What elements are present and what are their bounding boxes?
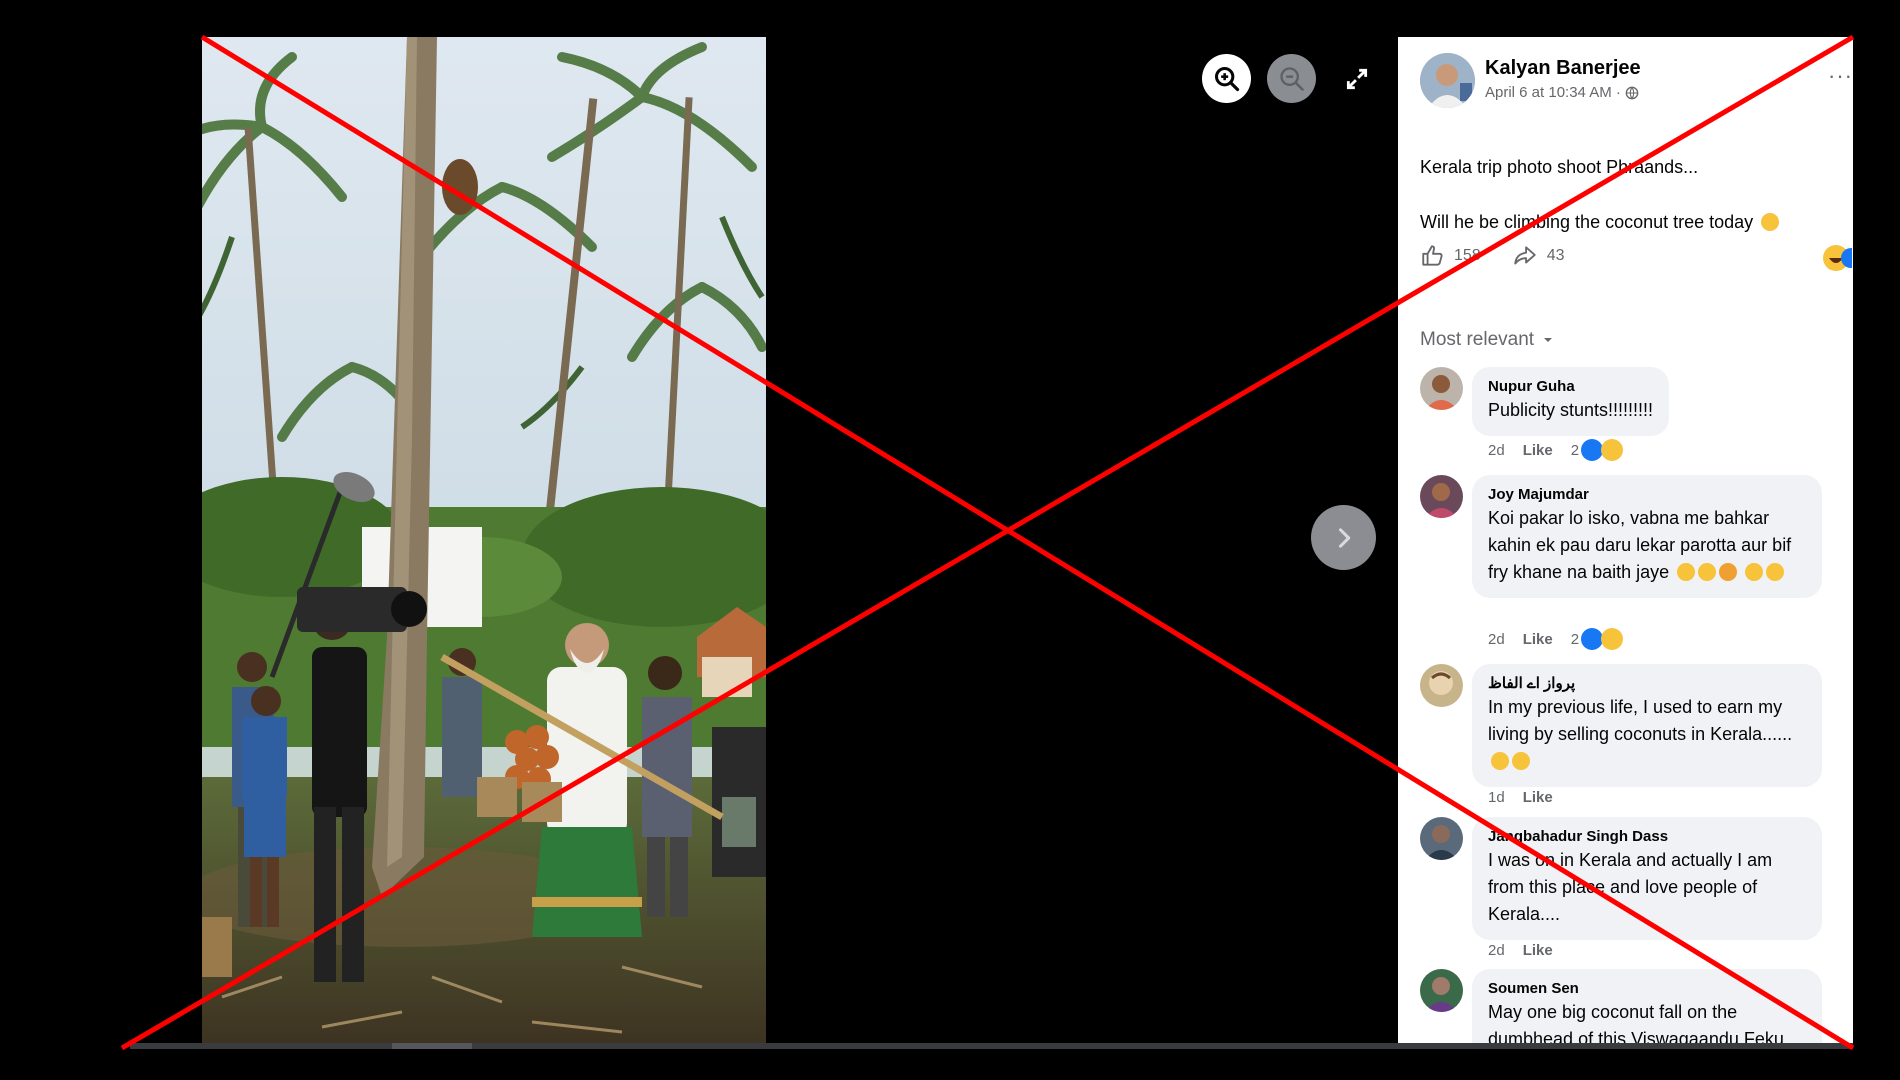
grin-emoji-icon: [1761, 213, 1780, 231]
comment-time[interactable]: 2d: [1488, 442, 1505, 459]
thumbs-up-icon: [1422, 245, 1443, 266]
commenter-name[interactable]: پرواز اے الفاظ: [1488, 674, 1806, 694]
horizontal-scrollbar[interactable]: [130, 1043, 1853, 1049]
comment-like-button[interactable]: Like: [1523, 942, 1553, 959]
comment-bubble: Soumen Sen May one big coconut fall on t…: [1472, 969, 1822, 1043]
comment-text: I was on in Kerala and actually I am fro…: [1488, 850, 1773, 924]
comment-text: In my previous life, I used to earn my l…: [1488, 694, 1806, 775]
comment-text: Publicity stunts!!!!!!!!!: [1488, 400, 1654, 420]
comment-time[interactable]: 2d: [1488, 942, 1505, 959]
comment-bubble: Jangbahadur Singh Dass I was on in Keral…: [1472, 817, 1822, 940]
comment-actions: 2d Like 2: [1488, 628, 1624, 650]
laugh-reaction-icon: [1601, 628, 1624, 650]
author-avatar[interactable]: [1420, 53, 1475, 108]
comment-text-body: In my previous life, I used to earn my l…: [1488, 697, 1793, 744]
post-text-line-1: Kerala trip photo shoot Phraands...: [1420, 157, 1699, 177]
emoji-icon: [1766, 563, 1785, 581]
zoom-in-icon: [1214, 66, 1239, 91]
chevron-right-icon: [1338, 527, 1350, 548]
caret-down-icon: [1544, 338, 1553, 342]
commenter-name[interactable]: Nupur Guha: [1488, 377, 1653, 397]
share-icon: [1514, 246, 1536, 265]
comment-actions: 2d Like 2: [1488, 439, 1624, 461]
comment-bubble: Joy Majumdar Koi pakar lo isko, vabna me…: [1472, 475, 1822, 598]
fullscreen-button[interactable]: [1332, 54, 1381, 103]
comment-reactions[interactable]: 2: [1570, 439, 1624, 461]
likes-button[interactable]: 158: [1420, 243, 1481, 269]
like-reaction-icon: [1581, 628, 1604, 650]
post-sidebar: Kalyan Banerjee April 6 at 10:34 AM · ··…: [1398, 37, 1853, 1043]
next-photo-button[interactable]: [1311, 505, 1376, 570]
comment-text: Koi pakar lo isko, vabna me bahkar kahin…: [1488, 505, 1806, 586]
emoji-icon: [1719, 563, 1738, 581]
laugh-reaction-icon: [1601, 439, 1624, 461]
emoji-icon: [1677, 563, 1696, 581]
zoom-out-icon: [1279, 66, 1304, 91]
commenter-avatar[interactable]: [1420, 664, 1463, 707]
comment-actions: 1d Like: [1488, 789, 1553, 806]
commenter-name[interactable]: Soumen Sen: [1488, 979, 1806, 999]
emoji-icon: [1512, 752, 1530, 770]
likes-count: 158: [1454, 247, 1481, 264]
comment-text: May one big coconut fall on the dumbhead…: [1488, 999, 1806, 1043]
post-stats: 158 43: [1420, 243, 1595, 269]
more-options-button[interactable]: ···: [1828, 63, 1853, 89]
commenter-name[interactable]: Jangbahadur Singh Dass: [1488, 827, 1806, 847]
author-name[interactable]: Kalyan Banerjee: [1485, 57, 1641, 80]
comment-reactions[interactable]: 2: [1570, 628, 1624, 650]
shares-count: 43: [1546, 247, 1565, 264]
commenter-avatar[interactable]: [1420, 969, 1463, 1012]
globe-icon: [1625, 86, 1639, 99]
comment-actions: 2d Like: [1488, 942, 1553, 959]
zoom-in-button[interactable]: [1202, 54, 1251, 103]
comment-like-button[interactable]: Like: [1523, 442, 1553, 459]
sort-label: Most relevant: [1420, 329, 1535, 350]
comment-bubble: Nupur Guha Publicity stunts!!!!!!!!!: [1472, 367, 1670, 436]
post-text-line-2-text: Will he be climbing the coconut tree tod…: [1420, 212, 1754, 232]
post-text-line-2: Will he be climbing the coconut tree tod…: [1420, 212, 1780, 233]
comment-like-button[interactable]: Like: [1523, 789, 1553, 806]
commenter-avatar[interactable]: [1420, 817, 1463, 860]
commenter-avatar[interactable]: [1420, 475, 1463, 518]
comment-time[interactable]: 2d: [1488, 631, 1505, 648]
post-meta: April 6 at 10:34 AM ·: [1485, 84, 1639, 101]
laugh-reaction-icon: [1823, 245, 1852, 271]
reaction-count: 2: [1570, 630, 1580, 648]
comment-like-button[interactable]: Like: [1523, 631, 1553, 648]
emoji-icon: [1698, 563, 1717, 581]
emoji-icon: [1745, 563, 1764, 581]
comment-time[interactable]: 1d: [1488, 789, 1505, 806]
reaction-count: 2: [1570, 441, 1580, 459]
commenter-name[interactable]: Joy Majumdar: [1488, 485, 1806, 505]
comment-bubble: پرواز اے الفاظ In my previous life, I us…: [1472, 664, 1822, 787]
shares-button[interactable]: 43: [1511, 243, 1565, 269]
commenter-avatar[interactable]: [1420, 367, 1463, 410]
comment-text-body: May one big coconut fall on the dumbhead…: [1488, 1002, 1784, 1043]
post-photo[interactable]: [202, 37, 766, 1043]
like-reaction-icon: [1581, 439, 1604, 461]
emoji-icon: [1491, 752, 1509, 770]
comment-sort-dropdown[interactable]: Most relevant: [1420, 329, 1554, 351]
post-timestamp[interactable]: April 6 at 10:34 AM ·: [1485, 84, 1621, 101]
scrollbar-thumb[interactable]: [392, 1043, 472, 1049]
expand-icon: [1346, 68, 1367, 89]
zoom-out-button[interactable]: [1267, 54, 1316, 103]
